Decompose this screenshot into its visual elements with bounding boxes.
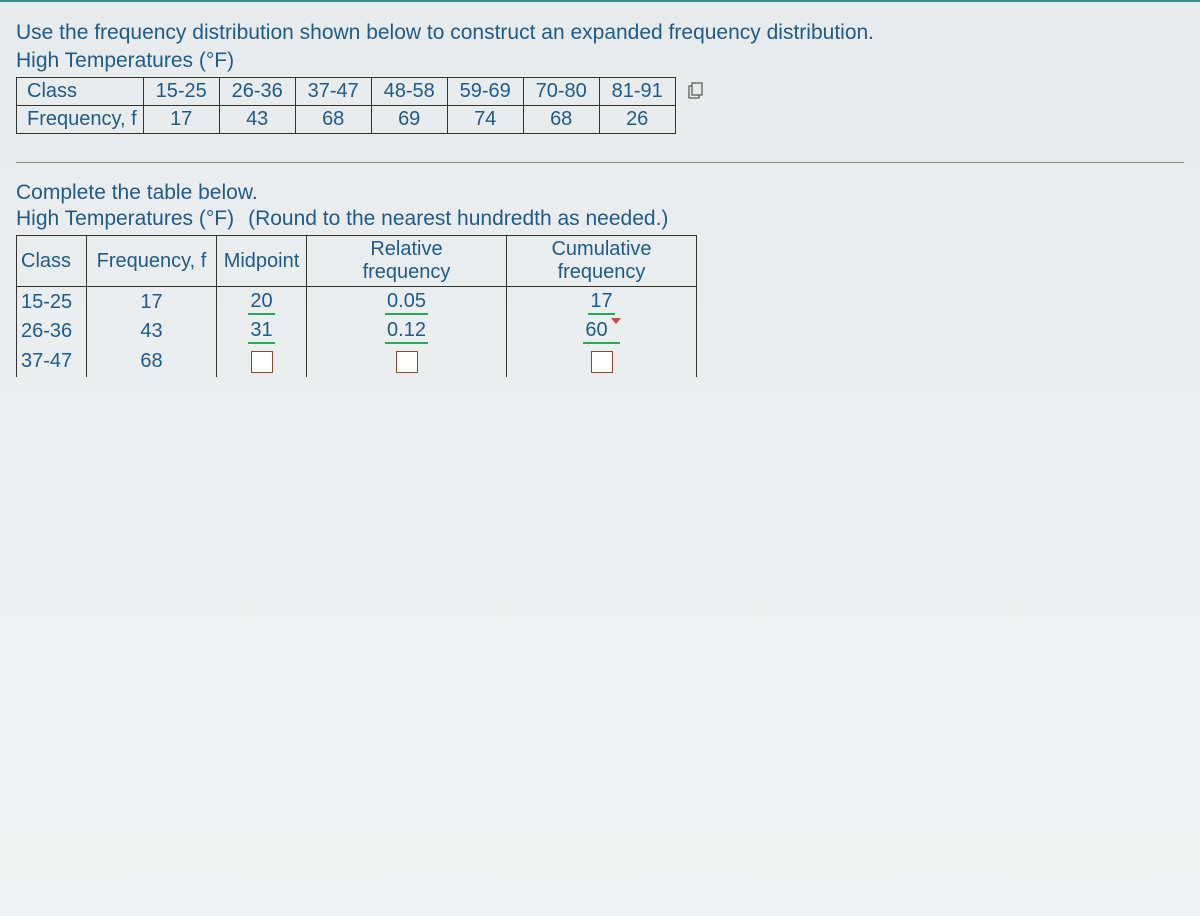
subtitle-2: High Temperatures (°F): [16, 207, 234, 231]
table-row: 37-47 68: [17, 347, 697, 377]
table-header-row: Class Frequency, f Midpoint Relative fre…: [17, 236, 697, 287]
class-cell: 59-69: [447, 78, 523, 106]
class-cell: 37-47: [17, 347, 87, 377]
row-label: Frequency, f: [17, 106, 144, 134]
relfreq-cell: 0.05: [307, 287, 507, 317]
expanded-table: Class Frequency, f Midpoint Relative fre…: [16, 235, 697, 377]
subtitle-text: High Temperatures (°F): [16, 49, 1184, 73]
header-class: Class: [17, 236, 87, 287]
freq-cell: 68: [87, 347, 217, 377]
midpoint-input-cell: [217, 347, 307, 377]
freq-cell: 17: [143, 106, 219, 134]
header-midpoint: Midpoint: [217, 236, 307, 287]
header-cumulative: Cumulative frequency: [507, 236, 697, 287]
header-freq: Frequency, f: [87, 236, 217, 287]
class-cell: 70-80: [523, 78, 599, 106]
answered-value: 0.12: [385, 319, 428, 344]
cumfreq-cell: 17: [507, 287, 697, 317]
cumfreq-cell: 60: [507, 317, 697, 347]
header-relative: Relative frequency: [307, 236, 507, 287]
table-row: Frequency, f 17 43 68 69 74 68 26: [17, 106, 676, 134]
freq-cell: 69: [371, 106, 447, 134]
relfreq-cell: 0.12: [307, 317, 507, 347]
freq-cell: 68: [523, 106, 599, 134]
midpoint-cell: 31: [217, 317, 307, 347]
freq-cell: 17: [87, 287, 217, 317]
row-label: Class: [17, 78, 144, 106]
freq-cell: 43: [219, 106, 295, 134]
class-cell: 15-25: [143, 78, 219, 106]
frequency-table: Class 15-25 26-36 37-47 48-58 59-69 70-8…: [16, 77, 676, 134]
class-cell: 26-36: [17, 317, 87, 347]
copy-icon[interactable]: [687, 82, 705, 100]
cumfreq-input-cell: [507, 347, 697, 377]
round-note: (Round to the nearest hundredth as neede…: [248, 207, 668, 231]
freq-cell: 68: [295, 106, 371, 134]
midpoint-input[interactable]: [251, 351, 273, 373]
answered-value: 60: [583, 319, 619, 344]
table-row: 26-36 43 31 0.12 60: [17, 317, 697, 347]
instruction-text: Use the frequency distribution shown bel…: [16, 18, 1184, 47]
midpoint-cell: 20: [217, 287, 307, 317]
class-cell: 48-58: [371, 78, 447, 106]
freq-cell: 26: [599, 106, 675, 134]
answered-value: 0.05: [385, 290, 428, 315]
table-row: Class 15-25 26-36 37-47 48-58 59-69 70-8…: [17, 78, 676, 106]
complete-instruction: Complete the table below.: [16, 181, 1184, 205]
class-cell: 26-36: [219, 78, 295, 106]
divider: [16, 162, 1184, 163]
freq-cell: 74: [447, 106, 523, 134]
class-cell: 37-47: [295, 78, 371, 106]
table-row: 15-25 17 20 0.05 17: [17, 287, 697, 317]
relfreq-input[interactable]: [396, 351, 418, 373]
relfreq-input-cell: [307, 347, 507, 377]
answered-value: 17: [588, 290, 614, 315]
cumfreq-input[interactable]: [591, 351, 613, 373]
class-cell: 15-25: [17, 287, 87, 317]
freq-cell: 43: [87, 317, 217, 347]
answered-value: 20: [248, 290, 274, 315]
class-cell: 81-91: [599, 78, 675, 106]
answered-value: 31: [248, 319, 274, 344]
